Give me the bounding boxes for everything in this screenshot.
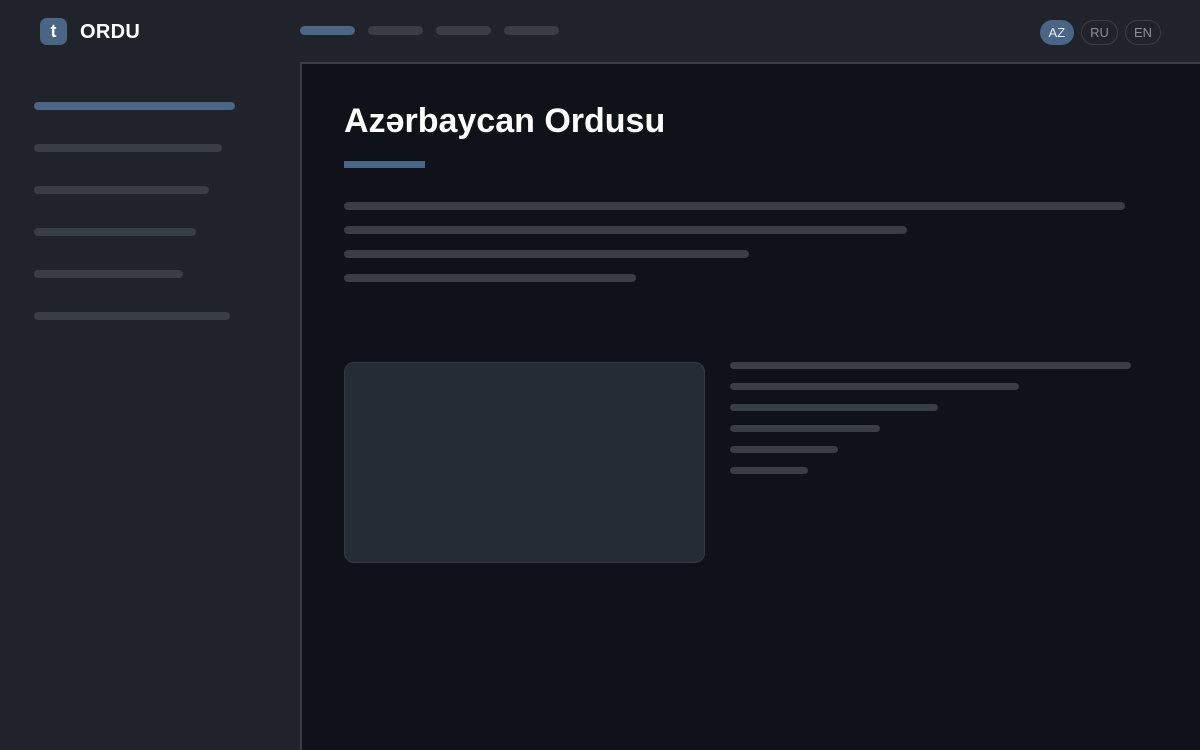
text-placeholder-line [344, 226, 907, 234]
card-text-placeholder-line [730, 383, 1019, 390]
text-placeholder-line [344, 250, 749, 258]
media-placeholder-card [344, 362, 705, 563]
language-switcher: AZ RU EN [1033, 20, 1161, 45]
language-button-en[interactable]: EN [1124, 20, 1161, 45]
sidebar-item-3[interactable] [34, 186, 209, 194]
nav-item-4[interactable] [504, 26, 559, 35]
brand-name[interactable]: ORDU [80, 21, 140, 44]
nav-item-1[interactable] [300, 26, 355, 35]
sidebar-item-2[interactable] [34, 144, 222, 152]
sidebar-item-1[interactable] [34, 102, 235, 110]
card-text-placeholder-line [730, 404, 938, 411]
card-text-placeholder-line [730, 446, 838, 453]
main-content: Azərbaycan Ordusu [300, 62, 1200, 750]
language-button-ru[interactable]: RU [1081, 20, 1118, 45]
top-bar: t ORDU AZ RU EN [0, 0, 1200, 62]
sidebar-item-6[interactable] [34, 312, 230, 320]
top-nav [300, 26, 572, 35]
sidebar-item-5[interactable] [34, 270, 183, 278]
title-underline [344, 161, 425, 168]
nav-item-2[interactable] [368, 26, 423, 35]
card-text-placeholder-line [730, 467, 808, 474]
text-placeholder-line [344, 274, 636, 282]
sidebar-item-4[interactable] [34, 228, 196, 236]
language-button-az[interactable]: AZ [1039, 20, 1075, 45]
card-text-placeholder-line [730, 425, 880, 432]
nav-item-3[interactable] [436, 26, 491, 35]
text-placeholder-line [344, 202, 1125, 210]
card-text-placeholder-line [730, 362, 1131, 369]
page-title: Azərbaycan Ordusu [344, 102, 666, 140]
logo-icon[interactable]: t [40, 18, 67, 45]
sidebar [0, 62, 300, 750]
